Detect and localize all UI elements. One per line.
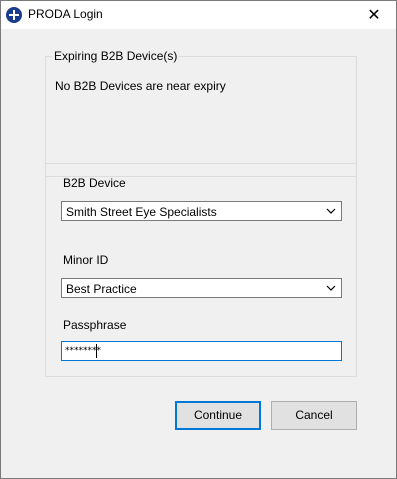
window-title: PRODA Login (28, 7, 103, 21)
close-icon[interactable]: ✕ (358, 3, 390, 27)
expiring-devices-legend: Expiring B2B Device(s) (54, 49, 178, 63)
proda-login-window: PRODA Login ✕ Expiring B2B Device(s) No … (0, 0, 397, 479)
b2b-device-value: Smith Street Eye Specialists (66, 205, 217, 219)
app-plus-icon (6, 7, 22, 23)
minor-id-select[interactable]: Best Practice (61, 278, 342, 298)
expiring-devices-group: Expiring B2B Device(s) (45, 49, 357, 177)
continue-button[interactable]: Continue (175, 401, 261, 430)
chevron-down-icon (326, 208, 336, 214)
expiry-message: No B2B Devices are near expiry (55, 79, 226, 93)
passphrase-label: Passphrase (63, 318, 127, 332)
minor-id-label: Minor ID (63, 253, 109, 267)
cancel-button[interactable]: Cancel (271, 401, 357, 430)
b2b-device-select[interactable]: Smith Street Eye Specialists (61, 201, 342, 221)
minor-id-value: Best Practice (66, 282, 137, 296)
passphrase-input[interactable]: ******** (61, 341, 342, 361)
chevron-down-icon (326, 285, 336, 291)
b2b-device-label: B2B Device (63, 176, 126, 190)
title-bar[interactable]: PRODA Login ✕ (1, 1, 396, 29)
text-caret (96, 344, 97, 358)
dialog-body: Expiring B2B Device(s) No B2B Devices ar… (1, 29, 396, 478)
